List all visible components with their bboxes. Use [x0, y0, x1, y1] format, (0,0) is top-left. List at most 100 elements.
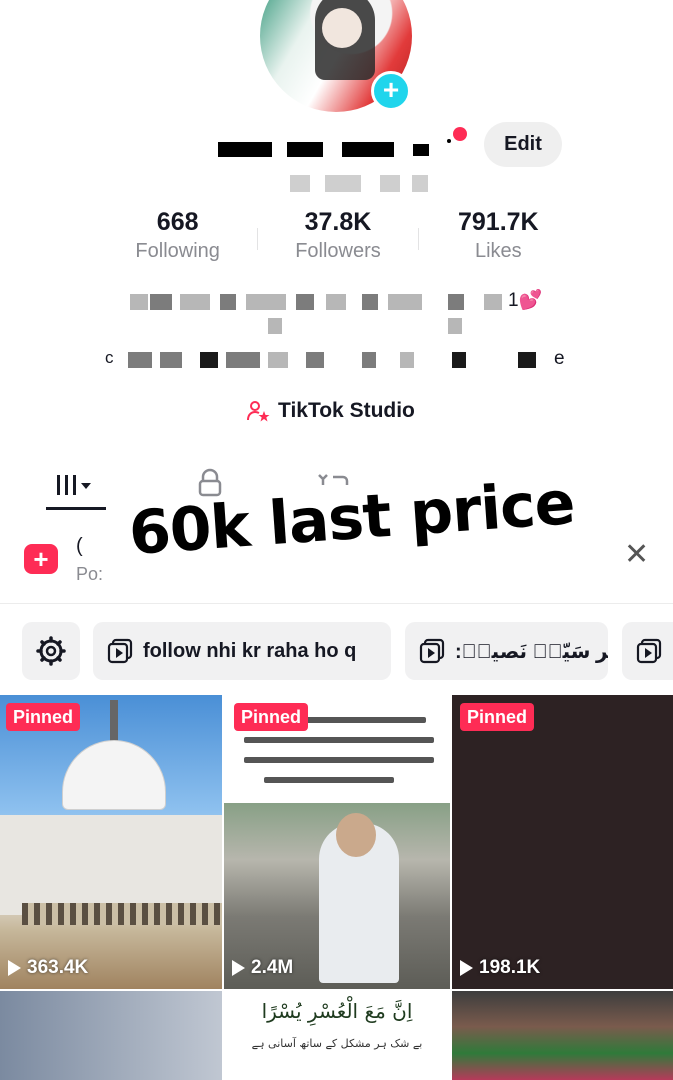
mosque-railing [22, 903, 222, 925]
bio-redaction [362, 352, 376, 368]
playlist-icon [107, 638, 133, 664]
video-thumbnail[interactable]: اِنَّ مَعَ الْعُسْرِ يُسْرًا بے شک ہر مش… [224, 991, 450, 1080]
username-redaction [218, 142, 272, 157]
bio-redaction [400, 352, 414, 368]
playlist-icon [636, 638, 662, 664]
handle-redaction [325, 175, 361, 192]
edit-profile-button[interactable]: Edit [484, 122, 562, 167]
play-icon [232, 960, 245, 976]
stat-value: 791.7K [458, 208, 539, 236]
studio-person-star-icon [246, 399, 270, 423]
chip-playlist-1[interactable]: follow nhi kr raha ho q [93, 622, 391, 680]
videos-grid-icon [57, 474, 91, 495]
bio-redaction [448, 294, 464, 310]
mosque-building [0, 815, 222, 915]
username-redaction [287, 142, 323, 157]
bio-redaction [220, 294, 236, 310]
text-line [244, 757, 434, 763]
view-count: 2.4M [232, 957, 293, 979]
video-grid: Pinned 363.4K Pinned 2.4M Pinned 198.1K … [0, 695, 673, 1080]
chip-settings[interactable] [22, 622, 80, 680]
stat-value: 668 [156, 208, 199, 236]
stat-value: 37.8K [304, 208, 372, 236]
pinned-badge: Pinned [460, 703, 535, 731]
bio-redaction [362, 294, 378, 310]
view-count-value: 2.4M [251, 957, 294, 978]
video-thumbnail[interactable]: Pinned 198.1K [452, 695, 673, 989]
chip-playlist-3[interactable] [622, 622, 673, 680]
bio-suffix: 1💕 [508, 290, 543, 311]
post-banner-subtitle: Po: [76, 564, 104, 584]
play-icon [460, 960, 473, 976]
mosque-spire [110, 700, 118, 745]
bio-redaction [226, 352, 260, 368]
view-count-value: 198.1K [479, 957, 541, 978]
post-banner-title: ( [76, 535, 83, 557]
profile-stats: 668 Following 37.8K Followers 791.7K Lik… [98, 206, 578, 266]
view-count: 363.4K [8, 957, 88, 979]
bio-suffix: e [554, 348, 565, 369]
video-thumbnail[interactable]: Pinned 363.4K [0, 695, 222, 989]
pinned-badge: Pinned [234, 703, 309, 731]
bio-redaction [130, 294, 148, 310]
person-face [336, 813, 376, 857]
create-post-plus-icon[interactable]: + [24, 544, 58, 574]
bio-redaction [150, 294, 172, 310]
thumbnail-urdu-subtitle: بے شک ہر مشکل کے ساتھ آسانی ہے [251, 1037, 423, 1050]
bio-redaction [388, 294, 422, 310]
studio-label: TikTok Studio [278, 399, 415, 422]
bio-redaction [128, 352, 152, 368]
bio-redaction [200, 352, 218, 368]
bio-redaction [518, 352, 536, 368]
video-thumbnail[interactable] [0, 991, 222, 1080]
view-count: 198.1K [460, 957, 540, 979]
chip-playlist-2[interactable]: :پیر سَیّدؔ نَصیرؔ [405, 622, 608, 680]
chip-label: follow nhi kr raha ho q [143, 639, 357, 662]
bio-redaction [268, 318, 282, 334]
bio-redaction [326, 294, 346, 310]
stat-label: Likes [474, 240, 522, 262]
avatar-face [322, 8, 362, 48]
video-thumbnail[interactable] [452, 991, 673, 1080]
chip-label: :پیر سَیّدؔ نَصیرؔ [455, 640, 608, 663]
username-redaction [413, 144, 429, 156]
playlist-chips: follow nhi kr raha ho q :پیر سَیّدؔ نَصی… [0, 622, 673, 680]
add-avatar-plus-icon[interactable]: + [371, 71, 411, 111]
bio-redaction [484, 294, 502, 310]
username-dot [447, 139, 451, 143]
handle-redaction [290, 175, 310, 192]
thumbnail-arabic-title: اِنَّ مَعَ الْعُسْرِ يُسْرًا [261, 999, 413, 1023]
username-redaction [342, 142, 394, 157]
text-line [244, 737, 434, 743]
stat-label: Following [135, 240, 220, 262]
bio-redaction [306, 352, 324, 368]
bio-redaction [296, 294, 314, 310]
bio-line-2: c e [0, 348, 673, 378]
close-icon[interactable]: ✕ [624, 538, 649, 572]
bio-prefix: c [105, 348, 114, 367]
playlist-icon [419, 638, 445, 664]
video-thumbnail[interactable]: Pinned 2.4M [224, 695, 450, 989]
stat-followers[interactable]: 37.8K Followers [258, 206, 417, 266]
bio-redaction [160, 352, 182, 368]
gear-icon [36, 636, 66, 666]
stat-label: Followers [295, 240, 381, 262]
text-line [264, 777, 394, 783]
active-tab-underline [46, 507, 106, 510]
bio-line-1: 1💕 [0, 290, 673, 320]
username-row: Edit [0, 122, 673, 172]
tab-videos[interactable] [36, 455, 116, 510]
bio-redaction [246, 294, 286, 310]
username-red-dot-icon [453, 127, 467, 141]
tiktok-studio-link[interactable]: TikTok Studio [246, 396, 415, 426]
bio-redaction [180, 294, 210, 310]
handle-redaction [380, 175, 400, 192]
pinned-badge: Pinned [6, 703, 81, 731]
profile-avatar-wrap[interactable]: + [260, 0, 412, 112]
handle-redaction [412, 175, 428, 192]
stat-likes[interactable]: 791.7K Likes [419, 206, 578, 266]
view-count-value: 363.4K [27, 957, 89, 978]
bio-redaction [268, 352, 288, 368]
stat-following[interactable]: 668 Following [98, 206, 257, 266]
bio-redaction [452, 352, 466, 368]
